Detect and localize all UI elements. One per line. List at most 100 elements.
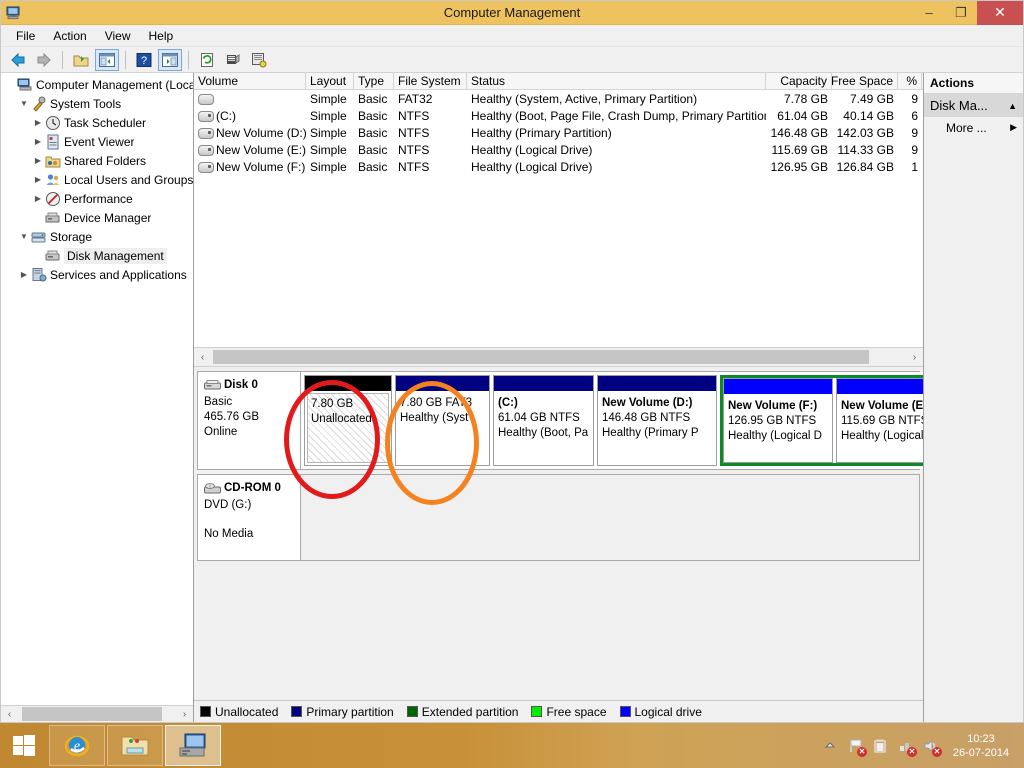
- volume-row[interactable]: Simple Basic FAT32 Healthy (System, Active,…: [194, 90, 923, 107]
- back-icon[interactable]: [6, 49, 30, 71]
- tree-item-system-tools[interactable]: ▼ System Tools: [1, 94, 193, 113]
- tree-item-services-and-applications[interactable]: ▶ Services and Applications: [1, 265, 193, 284]
- disk-row[interactable]: Disk 0 Basic 465.76 GB Online 7.80 GB Unalloc…: [197, 371, 923, 470]
- tree-item-local-users-and-groups[interactable]: ▶ Local Users and Groups: [1, 170, 193, 189]
- twisty-collapsed-icon[interactable]: ▶: [31, 175, 45, 184]
- network-flag-icon[interactable]: ✕: [848, 738, 867, 757]
- start-button[interactable]: [0, 723, 48, 768]
- battery-icon[interactable]: [873, 738, 889, 754]
- twisty-expanded-icon[interactable]: ▼: [17, 99, 31, 108]
- column-header-[interactable]: %: [898, 73, 922, 89]
- tree-item-performance[interactable]: ▶ Performance: [1, 189, 193, 208]
- selected-extended-partition-group[interactable]: New Volume (F:) 126.95 GB NTFS Healthy (Lo…: [720, 375, 923, 466]
- scroll-right-icon[interactable]: ›: [176, 706, 193, 722]
- services-icon: [31, 267, 47, 283]
- tree-item-task-scheduler[interactable]: ▶ Task Scheduler: [1, 113, 193, 132]
- tree-horizontal-scrollbar[interactable]: ‹ ›: [1, 705, 193, 722]
- title-bar[interactable]: Computer Management – ❐ ✕: [1, 0, 1023, 25]
- show-hide-console-tree-icon[interactable]: [95, 48, 119, 71]
- volume-scroll-thumb[interactable]: [213, 350, 869, 364]
- export-list-icon[interactable]: [221, 49, 245, 71]
- network-icon[interactable]: ✕: [898, 738, 917, 757]
- column-header-type[interactable]: Type: [354, 73, 394, 89]
- tree-item-device-manager[interactable]: Device Manager: [1, 208, 193, 227]
- minimize-button[interactable]: –: [913, 1, 945, 25]
- menu-file[interactable]: File: [7, 27, 44, 45]
- twisty-collapsed-icon[interactable]: ▶: [17, 270, 31, 279]
- menu-view[interactable]: View: [96, 27, 140, 45]
- column-header-capacity[interactable]: Capacity: [766, 73, 832, 89]
- partition-e[interactable]: New Volume (E:) 115.69 GB NTFS Healthy (Lo…: [836, 378, 923, 463]
- tree-item-shared-folders[interactable]: ▶ Shared Folders: [1, 151, 193, 170]
- volume-row[interactable]: New Volume (E:) Simple Basic NTFS Healthy (L…: [194, 141, 923, 158]
- column-header-status[interactable]: Status: [467, 73, 766, 89]
- menu-help[interactable]: Help: [140, 27, 183, 45]
- partition-label: (C:): [498, 397, 518, 409]
- partition-f[interactable]: New Volume (F:) 126.95 GB NTFS Healthy (Lo…: [723, 378, 833, 463]
- column-header-file-system[interactable]: File System: [394, 73, 467, 89]
- console-tree[interactable]: Computer Management (Local ▼ System Tools ▶…: [1, 73, 193, 705]
- tree-scroll-thumb[interactable]: [22, 707, 162, 721]
- disk-info[interactable]: Disk 0 Basic 465.76 GB Online: [198, 372, 301, 469]
- chevron-up-icon[interactable]: ▲: [1008, 101, 1017, 111]
- partition-details: (C:) 61.04 GB NTFS Healthy (Boot, Pa: [494, 391, 593, 465]
- scroll-left-icon[interactable]: ‹: [194, 349, 211, 365]
- tree-scroll-track[interactable]: [18, 706, 176, 722]
- taskbar: e ✕ ✕ ✕ 10:23 26-07-2014: [0, 723, 1024, 768]
- cdrom-title: CD-ROM 0: [204, 481, 294, 496]
- menu-action[interactable]: Action: [44, 27, 95, 45]
- volume-row[interactable]: New Volume (F:) Simple Basic NTFS Healthy (L…: [194, 158, 923, 175]
- actions-group-disk-management[interactable]: Disk Ma... ▲: [924, 94, 1023, 117]
- volume-icon[interactable]: ✕: [923, 738, 942, 757]
- tree-item-event-viewer[interactable]: ▶ Event Viewer: [1, 132, 193, 151]
- partition-fat32-system[interactable]: 7.80 GB FAT3 Healthy (Syst: [395, 375, 490, 466]
- forward-icon[interactable]: [32, 49, 56, 71]
- scroll-right-icon[interactable]: ›: [906, 349, 923, 365]
- partition-unallocated[interactable]: 7.80 GB Unallocated: [304, 375, 392, 466]
- column-header-free-space[interactable]: Free Space: [832, 73, 898, 89]
- cell-filesystem: FAT32: [398, 91, 433, 106]
- tree-item-disk-management[interactable]: Disk Management: [1, 246, 193, 265]
- refresh-icon[interactable]: [195, 49, 219, 71]
- volume-list-rows[interactable]: Simple Basic FAT32 Healthy (System, Active,…: [194, 90, 923, 347]
- tree-item-storage[interactable]: ▼ Storage: [1, 227, 193, 246]
- tree-item-computer-management[interactable]: Computer Management (Local: [1, 75, 193, 94]
- system-tools-icon: [31, 96, 47, 112]
- taskbar-clock[interactable]: 10:23 26-07-2014: [948, 732, 1014, 760]
- svg-text:e: e: [74, 739, 80, 754]
- up-folder-icon[interactable]: [69, 49, 93, 71]
- volume-row[interactable]: (C:) Simple Basic NTFS Healthy (Boot, Page F…: [194, 107, 923, 124]
- cdrom-info[interactable]: CD-ROM 0 DVD (G:) No Media: [198, 475, 301, 560]
- twisty-expanded-icon[interactable]: ▼: [17, 232, 31, 241]
- taskbar-computer-management[interactable]: [165, 725, 221, 766]
- maximize-button[interactable]: ❐: [945, 1, 977, 25]
- twisty-collapsed-icon[interactable]: ▶: [31, 137, 45, 146]
- taskbar-internet-explorer[interactable]: e: [49, 725, 105, 766]
- twisty-collapsed-icon[interactable]: ▶: [31, 156, 45, 165]
- storage-icon: [31, 229, 47, 245]
- partition-d[interactable]: New Volume (D:) 146.48 GB NTFS Healthy (Pr…: [597, 375, 717, 466]
- error-badge-icon: ✕: [907, 746, 917, 757]
- show-hidden-icons-icon[interactable]: [823, 738, 839, 754]
- cdrom-row[interactable]: CD-ROM 0 DVD (G:) No Media: [197, 474, 920, 561]
- disk-graphical-view[interactable]: Disk 0 Basic 465.76 GB Online 7.80 GB Unalloc…: [194, 367, 923, 700]
- partition-c[interactable]: (C:) 61.04 GB NTFS Healthy (Boot, Pa: [493, 375, 594, 466]
- column-header-layout[interactable]: Layout: [306, 73, 354, 89]
- twisty-collapsed-icon[interactable]: ▶: [31, 118, 45, 127]
- close-button[interactable]: ✕: [977, 0, 1023, 25]
- action-more[interactable]: More ... ▶: [924, 117, 1023, 138]
- properties-icon[interactable]: [247, 49, 271, 71]
- twisty-collapsed-icon[interactable]: ▶: [31, 194, 45, 203]
- help-icon[interactable]: ?: [132, 49, 156, 71]
- chevron-right-icon[interactable]: ▶: [1010, 122, 1017, 133]
- partition-size: 7.80 GB: [311, 398, 354, 410]
- taskbar-file-explorer[interactable]: [107, 725, 163, 766]
- volume-scroll-track[interactable]: [211, 349, 906, 365]
- volume-list-horizontal-scrollbar[interactable]: ‹ ›: [194, 347, 923, 367]
- disk-management-icon: [45, 248, 61, 264]
- show-hide-action-pane-icon[interactable]: [158, 48, 182, 71]
- users-icon: [45, 172, 61, 188]
- scroll-left-icon[interactable]: ‹: [1, 706, 18, 722]
- column-header-volume[interactable]: Volume: [194, 73, 306, 89]
- volume-row[interactable]: New Volume (D:) Simple Basic NTFS Healthy (P…: [194, 124, 923, 141]
